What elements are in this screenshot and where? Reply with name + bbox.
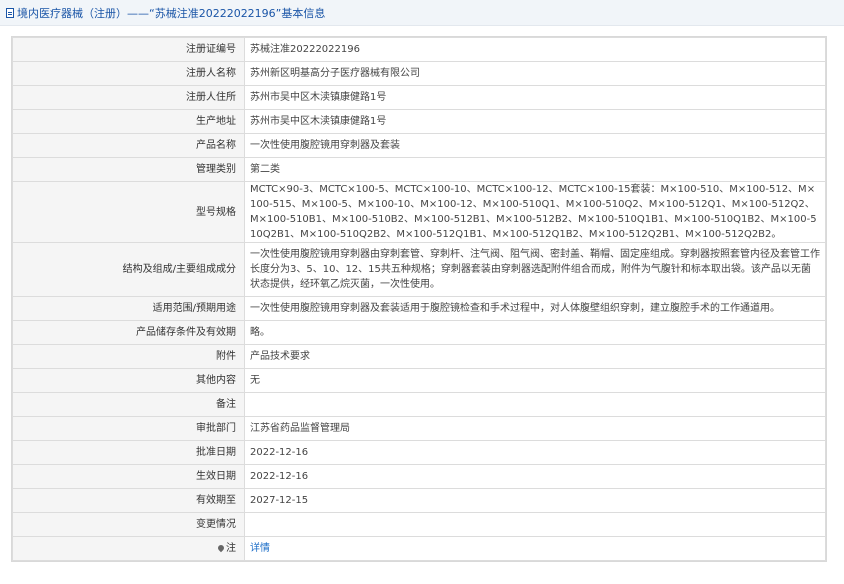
page-title: 境内医疗器械（注册）——“苏械注准20222022196”基本信息 <box>17 6 326 20</box>
row-value: 苏州新区明基高分子医疗器械有限公司 <box>244 61 826 86</box>
table-row: 有效期至 2027-12-15 <box>12 488 826 513</box>
row-value: 略。 <box>244 320 826 345</box>
table-row: 生产地址 苏州市吴中区木渎镇康健路1号 <box>12 109 826 134</box>
row-value: 一次性使用腹腔镜用穿刺器及套装适用于腹腔镜检查和手术过程中，对人体腹壁组织穿刺，… <box>244 296 826 321</box>
row-label: 注册证编号 <box>12 37 245 62</box>
table-row: 注册证编号 苏械注准20222022196 <box>12 37 826 62</box>
row-label: 变更情况 <box>12 512 245 537</box>
info-table: 注册证编号 苏械注准20222022196 注册人名称 苏州新区明基高分子医疗器械有… <box>12 37 826 561</box>
row-value: 2022-12-16 <box>244 440 826 465</box>
table-row: 型号规格 MCTC×90-3、MCTC×100-5、MCTC×100-10、MCT… <box>12 181 826 243</box>
note-value-cell: 详情 <box>244 536 826 561</box>
page-header: 境内医疗器械（注册）——“苏械注准20222022196”基本信息 <box>0 0 844 26</box>
row-label: 有效期至 <box>12 488 245 513</box>
row-value: 2027-12-15 <box>244 488 826 513</box>
row-value: MCTC×90-3、MCTC×100-5、MCTC×100-10、MCTC×10… <box>244 181 826 243</box>
row-label: 审批部门 <box>12 416 245 441</box>
row-label: 备注 <box>12 392 245 417</box>
row-label: 适用范围/预期用途 <box>12 296 245 321</box>
row-value <box>244 392 826 417</box>
row-label: 批准日期 <box>12 440 245 465</box>
note-row: 注 详情 <box>12 536 826 561</box>
table-row: 备注 <box>12 392 826 417</box>
row-value: 苏州市吴中区木渎镇康健路1号 <box>244 85 826 110</box>
table-row: 产品储存条件及有效期 略。 <box>12 320 826 345</box>
row-label: 生产地址 <box>12 109 245 134</box>
row-value: 第二类 <box>244 157 826 182</box>
row-value: 一次性使用腹腔镜用穿刺器及套装 <box>244 133 826 158</box>
row-label: 产品储存条件及有效期 <box>12 320 245 345</box>
row-label: 注册人名称 <box>12 61 245 86</box>
pin-icon <box>216 543 226 553</box>
row-label: 附件 <box>12 344 245 369</box>
row-value: 一次性使用腹腔镜用穿刺器由穿刺套管、穿刺杆、注气阀、阻气阀、密封盖、鞘帽、固定座… <box>244 242 826 297</box>
table-row: 适用范围/预期用途 一次性使用腹腔镜用穿刺器及套装适用于腹腔镜检查和手术过程中，对… <box>12 296 826 321</box>
info-panel: 注册证编号 苏械注准20222022196 注册人名称 苏州新区明基高分子医疗器械有… <box>11 36 827 562</box>
table-row: 批准日期 2022-12-16 <box>12 440 826 465</box>
row-label: 管理类别 <box>12 157 245 182</box>
table-row: 结构及组成/主要组成成分 一次性使用腹腔镜用穿刺器由穿刺套管、穿刺杆、注气阀、阻气… <box>12 242 826 297</box>
table-row: 附件 产品技术要求 <box>12 344 826 369</box>
row-label: 其他内容 <box>12 368 245 393</box>
details-link[interactable]: 详情 <box>250 543 270 554</box>
row-label: 型号规格 <box>12 181 245 243</box>
table-row: 审批部门 江苏省药品监督管理局 <box>12 416 826 441</box>
row-label: 生效日期 <box>12 464 245 489</box>
table-row: 其他内容无 <box>12 368 826 393</box>
row-label: 结构及组成/主要组成成分 <box>12 242 245 297</box>
table-row: 注册人名称 苏州新区明基高分子医疗器械有限公司 <box>12 61 826 86</box>
table-row: 变更情况 <box>12 512 826 537</box>
row-value <box>244 512 826 537</box>
table-row: 注册人住所 苏州市吴中区木渎镇康健路1号 <box>12 85 826 110</box>
table-row: 产品名称 一次性使用腹腔镜用穿刺器及套装 <box>12 133 826 158</box>
note-label-cell: 注 <box>12 536 245 561</box>
table-row: 生效日期 2022-12-16 <box>12 464 826 489</box>
note-label: 注 <box>226 543 236 554</box>
row-value: 产品技术要求 <box>244 344 826 369</box>
row-label: 产品名称 <box>12 133 245 158</box>
row-label: 注册人住所 <box>12 85 245 110</box>
table-row: 管理类别 第二类 <box>12 157 826 182</box>
row-value: 苏州市吴中区木渎镇康健路1号 <box>244 109 826 134</box>
row-value: 江苏省药品监督管理局 <box>244 416 826 441</box>
document-icon <box>6 7 14 18</box>
row-value: 无 <box>244 368 826 393</box>
row-value: 2022-12-16 <box>244 464 826 489</box>
row-value: 苏械注准20222022196 <box>244 37 826 62</box>
